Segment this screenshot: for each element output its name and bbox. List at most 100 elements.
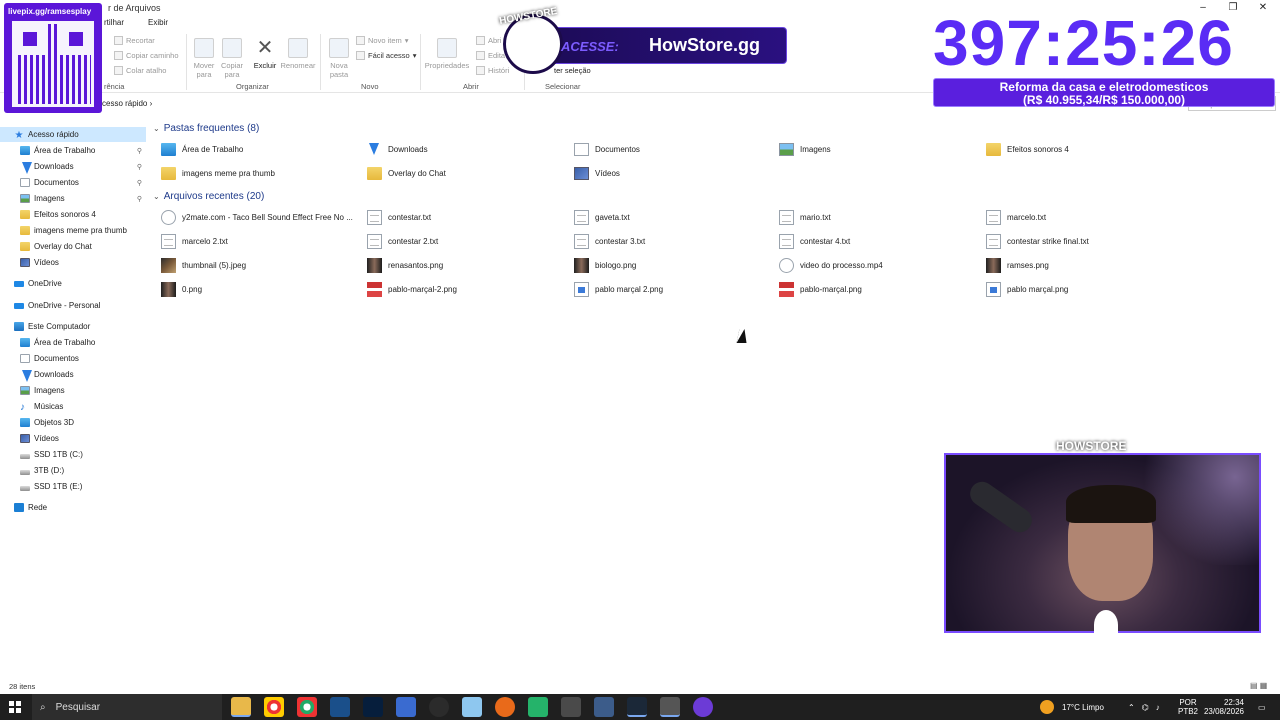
recent-file-item[interactable]: marcelo 2.txt bbox=[161, 234, 357, 249]
weather-widget[interactable]: 17°C Limpo bbox=[1040, 694, 1104, 720]
recent-file-item[interactable]: gaveta.txt bbox=[574, 210, 770, 225]
rename-button[interactable]: Renomear bbox=[280, 38, 316, 70]
recent-file-item[interactable]: video do processo.mp4 bbox=[779, 258, 975, 273]
recent-file-item[interactable]: pablo-marçal-2.png bbox=[367, 282, 563, 297]
recent-file-item[interactable]: biologo.png bbox=[574, 258, 770, 273]
notifications-icon[interactable]: ▭ bbox=[1258, 694, 1266, 720]
nav-item[interactable]: Rede bbox=[0, 500, 146, 515]
nav-item[interactable]: Documentos bbox=[0, 351, 146, 366]
paste-shortcut-button[interactable]: Colar atalho bbox=[114, 66, 166, 75]
nav-item[interactable]: Overlay do Chat bbox=[0, 239, 146, 254]
nav-item[interactable]: SSD 1TB (E:) bbox=[0, 479, 146, 494]
recent-file-item[interactable]: thumbnail (5).jpeg bbox=[161, 258, 357, 273]
frequent-folder-tile[interactable]: Documentos bbox=[574, 143, 764, 156]
nav-item[interactable]: 3TB (D:) bbox=[0, 463, 146, 478]
nav-item[interactable]: SSD 1TB (C:) bbox=[0, 447, 146, 462]
nav-item[interactable]: Imagens bbox=[0, 383, 146, 398]
chrome-taskbar-icon[interactable] bbox=[264, 697, 284, 717]
recent-file-item[interactable]: pablo-marçal.png bbox=[779, 282, 975, 297]
recent-file-item[interactable]: contestar strike final.txt bbox=[986, 234, 1182, 249]
photoshop-taskbar-icon[interactable] bbox=[363, 697, 383, 717]
nav-item[interactable]: ♪ Músicas bbox=[0, 399, 146, 414]
copy-to-button[interactable]: Copiar para bbox=[217, 38, 247, 79]
nav-item-label: Documentos bbox=[34, 354, 79, 363]
nav-item[interactable]: ★ Acesso rápido bbox=[0, 127, 146, 142]
close-icon[interactable]: ✕ bbox=[1248, 0, 1278, 16]
frequent-folder-tile[interactable]: Efeitos sonoros 4 bbox=[986, 143, 1176, 156]
ribbon-divider bbox=[420, 34, 421, 90]
view-toggle-icon[interactable]: ▤ ▦ bbox=[1250, 681, 1267, 690]
edit-button[interactable]: Edita bbox=[476, 51, 505, 60]
recent-file-item[interactable]: 0.png bbox=[161, 282, 357, 297]
frequent-folder-tile[interactable]: Downloads bbox=[367, 143, 557, 156]
vpn-taskbar-icon[interactable] bbox=[594, 697, 614, 717]
streamlabs-taskbar-icon[interactable] bbox=[660, 697, 680, 717]
system-tray-icons[interactable]: ⌃ ⌬ ♪ bbox=[1128, 694, 1160, 720]
nav-item[interactable]: Documentos ⚲ bbox=[0, 175, 146, 190]
tab-compartilhar[interactable]: rtilhar bbox=[104, 18, 124, 27]
nav-item[interactable]: Vídeos bbox=[0, 431, 146, 446]
delete-button[interactable]: ✕ Excluir bbox=[250, 38, 280, 70]
recent-file-item[interactable]: pablo marçal 2.png bbox=[574, 282, 770, 297]
steam-taskbar-icon[interactable] bbox=[627, 697, 647, 717]
recent-file-item[interactable]: mario.txt bbox=[779, 210, 975, 225]
frequent-folder-tile[interactable]: Imagens bbox=[779, 143, 969, 156]
windows-start-icon[interactable] bbox=[9, 701, 21, 713]
recent-file-item[interactable]: pablo marçal.png bbox=[986, 282, 1182, 297]
recent-file-item[interactable]: renasantos.png bbox=[367, 258, 563, 273]
nav-item[interactable]: Este Computador bbox=[0, 319, 146, 334]
frequent-folders-header[interactable]: ⌄ Pastas frequentes (8) bbox=[153, 123, 259, 134]
properties-button[interactable]: Propriedades bbox=[424, 38, 470, 70]
capcut-taskbar-icon[interactable] bbox=[561, 697, 581, 717]
app-taskbar-icon[interactable] bbox=[693, 697, 713, 717]
obs-taskbar-icon[interactable] bbox=[429, 697, 449, 717]
recent-files-header[interactable]: ⌄ Arquivos recentes (20) bbox=[153, 191, 264, 202]
recent-file-item[interactable]: ramses.png bbox=[986, 258, 1182, 273]
vegas-taskbar-icon[interactable] bbox=[330, 697, 350, 717]
nav-item[interactable]: Área de Trabalho ⚲ bbox=[0, 143, 146, 158]
open-button[interactable]: Abri bbox=[476, 36, 501, 45]
notepad-taskbar-icon[interactable] bbox=[462, 697, 482, 717]
new-folder-button[interactable]: Nova pasta bbox=[324, 38, 354, 79]
nav-item[interactable]: Downloads ⚲ bbox=[0, 159, 146, 174]
nav-item[interactable]: Área de Trabalho bbox=[0, 335, 146, 350]
recent-file-item[interactable]: contestar 4.txt bbox=[779, 234, 975, 249]
nav-item[interactable]: Vídeos bbox=[0, 255, 146, 270]
move-to-icon bbox=[194, 38, 214, 58]
easy-access-button[interactable]: Fácil acesso ▾ bbox=[356, 51, 416, 60]
recent-file-label: contestar 4.txt bbox=[800, 237, 851, 246]
frequent-folder-tile[interactable]: imagens meme pra thumb bbox=[161, 167, 351, 180]
nav-item[interactable]: imagens meme pra thumb bbox=[0, 223, 146, 238]
invert-selection-button[interactable]: ter seleção bbox=[554, 66, 591, 75]
calculator-taskbar-icon[interactable] bbox=[396, 697, 416, 717]
tab-exibir[interactable]: Exibir bbox=[148, 18, 168, 27]
recent-file-item[interactable]: contestar.txt bbox=[367, 210, 563, 225]
recent-file-item[interactable]: y2mate.com - Taco Bell Sound Effect Free… bbox=[161, 210, 357, 225]
taskbar-search[interactable]: ⌕ Pesquisar bbox=[32, 694, 222, 720]
text-file-icon bbox=[161, 234, 176, 249]
frequent-folder-tile[interactable]: Área de Trabalho bbox=[161, 143, 351, 156]
nav-item[interactable]: Objetos 3D bbox=[0, 415, 146, 430]
nav-item[interactable]: OneDrive - Personal bbox=[0, 298, 146, 313]
nav-item[interactable]: Efeitos sonoros 4 bbox=[0, 207, 146, 222]
nav-item[interactable]: OneDrive bbox=[0, 276, 146, 291]
cut-button[interactable]: Recortar bbox=[114, 36, 155, 45]
copy-path-button[interactable]: Copiar caminho bbox=[114, 51, 179, 60]
nav-item[interactable]: Downloads bbox=[0, 367, 146, 382]
frequent-folder-tile[interactable]: Vídeos bbox=[574, 167, 764, 180]
file-explorer-taskbar-icon[interactable] bbox=[231, 697, 251, 717]
frequent-folder-tile[interactable]: Overlay do Chat bbox=[367, 167, 557, 180]
breadcrumb[interactable]: cesso rápido › bbox=[102, 99, 152, 108]
firefox-taskbar-icon[interactable] bbox=[495, 697, 515, 717]
game-taskbar-icon[interactable] bbox=[528, 697, 548, 717]
clock[interactable]: 22:34 23/08/2026 bbox=[1202, 694, 1244, 720]
recent-file-item[interactable]: contestar 2.txt bbox=[367, 234, 563, 249]
recent-file-item[interactable]: contestar 3.txt bbox=[574, 234, 770, 249]
nav-item[interactable]: Imagens ⚲ bbox=[0, 191, 146, 206]
move-to-button[interactable]: Mover para bbox=[189, 38, 219, 79]
language-indicator[interactable]: POR PTB2 bbox=[1178, 694, 1198, 720]
recent-file-item[interactable]: marcelo.txt bbox=[986, 210, 1182, 225]
history-button[interactable]: Históri bbox=[476, 66, 509, 75]
chrome-profile-taskbar-icon[interactable] bbox=[297, 697, 317, 717]
new-item-button[interactable]: Novo item ▾ bbox=[356, 36, 409, 45]
